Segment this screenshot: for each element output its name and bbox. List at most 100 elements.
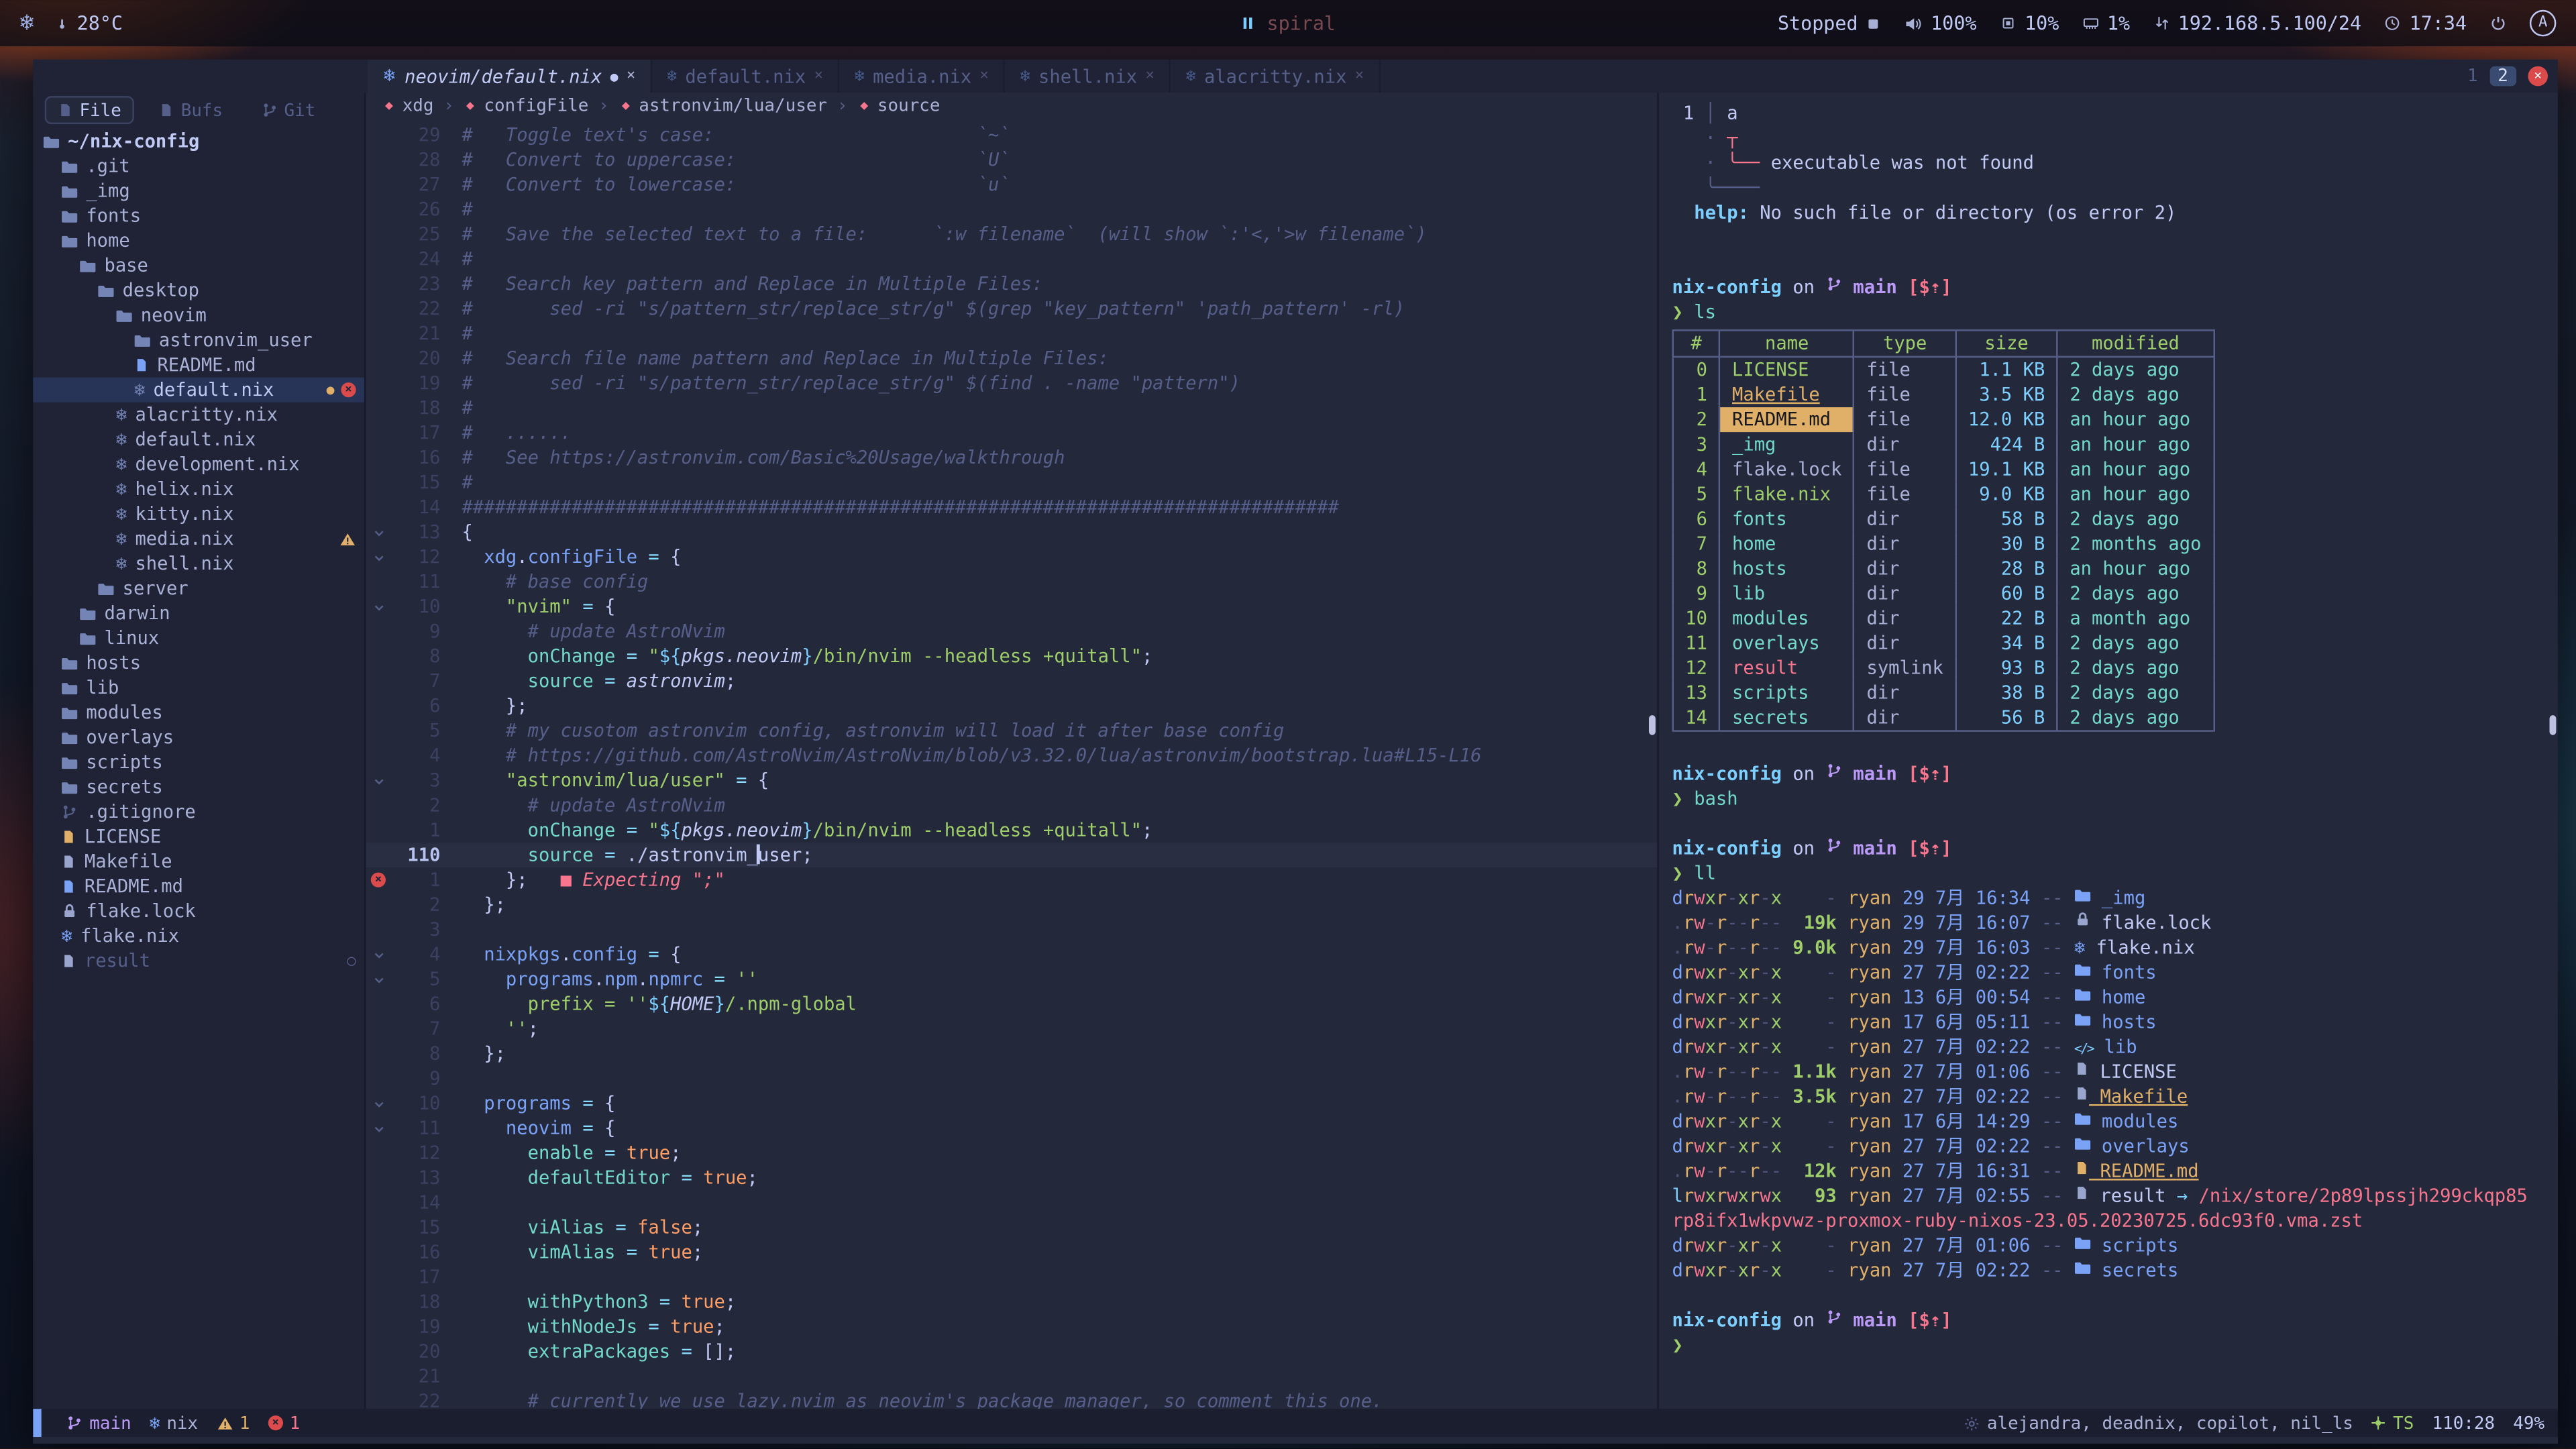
code-line[interactable]: 3 "astronvim/lua/user" = {	[366, 768, 1657, 793]
buffer-tab[interactable]: ❄default.nix×	[652, 60, 840, 93]
code-line[interactable]: 4 # https://github.com/AstroNvim/AstroNv…	[366, 743, 1657, 768]
code-line[interactable]: 12 xdg.configFile = {	[366, 545, 1657, 570]
code-line[interactable]: 27# Convert to lowercase: `u`	[366, 172, 1657, 197]
tree-item[interactable]: ❄default.nix	[33, 427, 364, 452]
tree-item[interactable]: secrets	[33, 775, 364, 800]
file-explorer[interactable]: FileBufsGit ~/nix-config.git_imgfontshom…	[33, 93, 366, 1409]
close-window-button[interactable]: ×	[2528, 66, 2548, 87]
tree-item[interactable]: astronvim_user	[33, 328, 364, 353]
code-line[interactable]: 14######################################…	[366, 495, 1657, 520]
code-line[interactable]: 17# ......	[366, 421, 1657, 445]
tab-number[interactable]: 2	[2489, 66, 2516, 87]
tree-item[interactable]: LICENSE	[33, 824, 364, 849]
buffer-tab[interactable]: ❄media.nix×	[840, 60, 1006, 93]
buffer-tab[interactable]: ❄neovim/default.nix●×	[368, 60, 652, 93]
code-line[interactable]: 10 programs = {	[366, 1091, 1657, 1116]
code-line[interactable]: 22 # currently we use lazy.nvim as neovi…	[366, 1389, 1657, 1409]
breadcrumb-item[interactable]: xdg	[382, 96, 433, 116]
tree-item[interactable]: ❄default.nix●×	[33, 378, 364, 402]
tree-item[interactable]: ~/nix-config	[33, 129, 364, 154]
volume-module[interactable]: 100%	[1904, 11, 1977, 35]
network-module[interactable]: 192.168.5.100/24	[2153, 11, 2361, 35]
code-line[interactable]: 11 neovim = {	[366, 1116, 1657, 1140]
code-line[interactable]: 17	[366, 1265, 1657, 1289]
code-line[interactable]: 12 enable = true;	[366, 1140, 1657, 1165]
tree-item[interactable]: home	[33, 229, 364, 254]
code-line[interactable]: 20 extraPackages = [];	[366, 1340, 1657, 1364]
code-line[interactable]: 110 source = ./astronvim_user;	[366, 843, 1657, 867]
tree-item[interactable]: ❄helix.nix	[33, 477, 364, 502]
code-line[interactable]: 22# sed -ri "s/pattern_str/replace_str/g…	[366, 297, 1657, 321]
editor-scrollbar-thumb[interactable]	[1649, 715, 1656, 735]
code-line[interactable]: 7 '';	[366, 1016, 1657, 1041]
tree-item[interactable]: base	[33, 254, 364, 278]
code-line[interactable]: 15#	[366, 470, 1657, 495]
buffer-tab[interactable]: ❄alacritty.nix×	[1171, 60, 1381, 93]
code-line[interactable]: ×1 }; ■ Expecting ";"	[366, 867, 1657, 892]
code-line[interactable]: 13 defaultEditor = true;	[366, 1165, 1657, 1190]
memory-module[interactable]: 1%	[2082, 11, 2130, 35]
tree-item[interactable]: README.md	[33, 353, 364, 378]
code-line[interactable]: 8 };	[366, 1041, 1657, 1066]
tree-item[interactable]: linux	[33, 626, 364, 651]
tree-item[interactable]: ❄media.nix	[33, 527, 364, 551]
code-line[interactable]: 18 withPython3 = true;	[366, 1289, 1657, 1314]
close-buffer-icon[interactable]: ×	[1355, 68, 1364, 85]
code-line[interactable]: 26#	[366, 197, 1657, 222]
editor-pane[interactable]: xdg›configFile›astronvim/lua/user›source…	[366, 93, 1658, 1409]
tree-item[interactable]: ❄kitty.nix	[33, 502, 364, 527]
code-line[interactable]: 5 # my cusotom astronvim config, astronv…	[366, 718, 1657, 743]
keyboard-layout[interactable]: A	[2530, 10, 2556, 36]
code-line[interactable]: 28# Convert to uppercase: `U`	[366, 148, 1657, 172]
tree-item[interactable]: fonts	[33, 204, 364, 229]
tree-item[interactable]: scripts	[33, 750, 364, 775]
diagnostic-errors[interactable]: × 1	[268, 1413, 301, 1433]
code-line[interactable]: 25# Save the selected text to a file: `:…	[366, 222, 1657, 247]
code-line[interactable]: 2 };	[366, 892, 1657, 917]
clock-module[interactable]: 17:34	[2385, 11, 2467, 35]
source-tab-bufs[interactable]: Bufs	[146, 96, 236, 124]
code-line[interactable]: 6 };	[366, 694, 1657, 718]
tree-item[interactable]: darwin	[33, 601, 364, 626]
tab-number[interactable]: 1	[2463, 66, 2483, 87]
code-line[interactable]: 19 withNodeJs = true;	[366, 1314, 1657, 1339]
code-line[interactable]: 6 prefix = ''${HOME}/.npm-global	[366, 991, 1657, 1016]
code-line[interactable]: 3	[366, 917, 1657, 942]
code-line[interactable]: 8 onChange = "${pkgs.neovim}/bin/nvim --…	[366, 644, 1657, 669]
git-branch[interactable]: main	[66, 1413, 131, 1433]
tree-item[interactable]: overlays	[33, 725, 364, 750]
tree-item[interactable]: ❄flake.nix	[33, 924, 364, 949]
terminal-pane[interactable]: 1 │ a · ┬ · ╰── executable was not found…	[1659, 93, 2558, 1409]
code-line[interactable]: 2 # update AstroNvim	[366, 793, 1657, 818]
pause-icon[interactable]	[1240, 15, 1255, 32]
buffer-tab[interactable]: ❄shell.nix×	[1006, 60, 1171, 93]
close-buffer-icon[interactable]: ×	[1145, 68, 1154, 85]
code-line[interactable]: 21	[366, 1364, 1657, 1389]
code-line[interactable]: 1 onChange = "${pkgs.neovim}/bin/nvim --…	[366, 818, 1657, 843]
breadcrumb-item[interactable]: astronvim/lua/user	[619, 96, 827, 116]
source-tab-file[interactable]: File	[45, 96, 135, 124]
code-line[interactable]: 9	[366, 1066, 1657, 1091]
code-line[interactable]: 21#	[366, 321, 1657, 346]
close-buffer-icon[interactable]: ×	[980, 68, 989, 85]
code-line[interactable]: 10 "nvim" = {	[366, 594, 1657, 619]
code-line[interactable]: 23# Search key pattern and Replace in Mu…	[366, 272, 1657, 297]
tree-item[interactable]: result○	[33, 949, 364, 973]
power-icon[interactable]	[2490, 15, 2507, 32]
code-line[interactable]: 5 programs.npm.npmrc = ''	[366, 967, 1657, 991]
tree-item[interactable]: .gitignore	[33, 800, 364, 824]
workspace-name[interactable]: spiral	[1267, 11, 1336, 35]
code-area[interactable]: 29# Toggle text's case: `~`28# Convert t…	[366, 119, 1657, 1409]
code-line[interactable]: 16 vimAlias = true;	[366, 1240, 1657, 1265]
code-line[interactable]: 16# See https://astronvim.com/Basic%20Us…	[366, 445, 1657, 470]
tree-item[interactable]: ❄development.nix	[33, 452, 364, 477]
tree-item[interactable]: Makefile	[33, 849, 364, 874]
terminal-scrollbar-thumb[interactable]	[2550, 715, 2557, 735]
tree-item[interactable]: desktop	[33, 278, 364, 303]
tree-item[interactable]: ❄alacritty.nix	[33, 402, 364, 427]
tree-item[interactable]: modules	[33, 700, 364, 725]
tree-item[interactable]: ❄shell.nix	[33, 551, 364, 576]
tree-item[interactable]: flake.lock	[33, 899, 364, 924]
tree-item[interactable]: lib	[33, 676, 364, 700]
media-player-module[interactable]: Stopped	[1778, 11, 1881, 35]
